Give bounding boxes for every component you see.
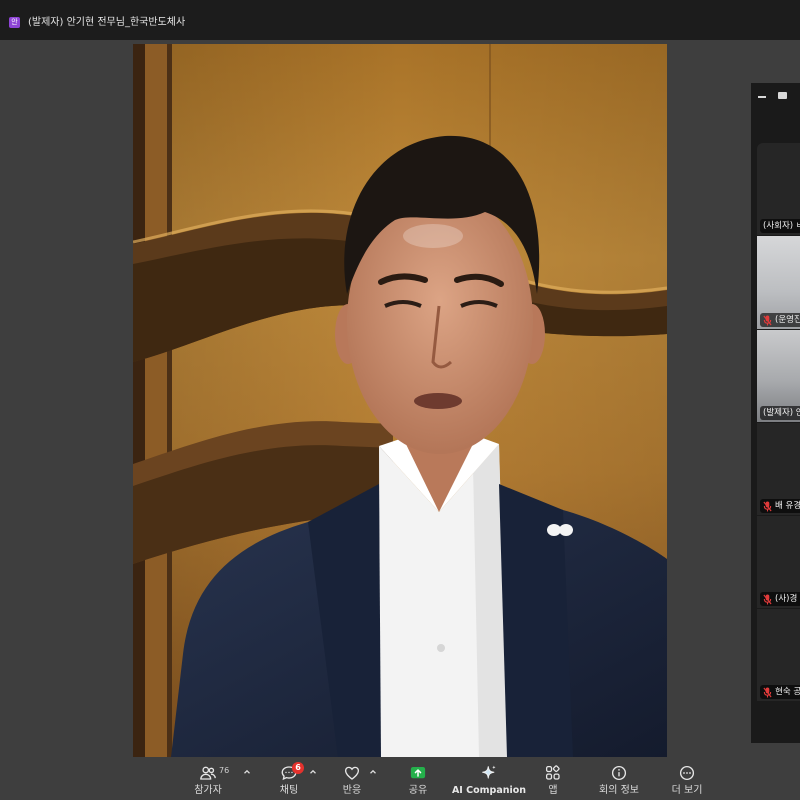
- apps-icon: [545, 765, 560, 780]
- chevron-up-icon: [244, 769, 250, 774]
- participant-name: (사)경: [775, 594, 798, 604]
- participants-button[interactable]: 참가자: [178, 757, 238, 800]
- ai-sparkle-icon: [482, 765, 496, 779]
- participants-label: 참가자: [194, 785, 222, 796]
- participant-name: (운영진: [775, 315, 800, 325]
- participants-icon: [200, 766, 216, 780]
- lapel-pin-right-wing: [559, 524, 573, 536]
- participant-name-label: (사)경: [760, 592, 800, 606]
- more-icon: [679, 765, 695, 781]
- participant-tile[interactable]: (발제자) 안: [757, 330, 800, 422]
- more-button[interactable]: 더 보기: [657, 757, 717, 800]
- participant-tile[interactable]: 배 유경: [757, 423, 800, 515]
- lapel-pin-left-wing: [547, 524, 561, 536]
- mic-off-icon: [763, 501, 772, 511]
- participant-tile[interactable]: (사회자) ㅂ: [757, 143, 800, 235]
- chat-unread-badge: 6: [292, 762, 304, 774]
- mic-off-icon: [763, 594, 772, 604]
- participant-count: 76: [219, 766, 230, 775]
- reactions-label: 반응: [342, 785, 362, 796]
- share-label: 공유: [408, 785, 428, 796]
- participant-avatar-icon: 안: [9, 17, 20, 28]
- participant-name-label: (발제자) 안: [760, 406, 800, 420]
- shirt-button: [437, 644, 445, 652]
- ai-companion-button[interactable]: AI Companion: [444, 757, 534, 800]
- heart-icon: [344, 766, 360, 780]
- apps-button[interactable]: 앱: [523, 757, 583, 800]
- door-frame-inner: [167, 44, 172, 757]
- participant-tile[interactable]: 현숙 공: [757, 609, 800, 701]
- forehead-shine: [403, 224, 463, 248]
- participant-tile[interactable]: (사)경: [757, 516, 800, 608]
- mic-off-icon: [763, 687, 772, 697]
- participants-options-button[interactable]: [242, 767, 252, 777]
- participant-name-label: 배 유경: [760, 499, 800, 513]
- chevron-up-icon: [370, 769, 376, 774]
- window-titlebar: 안 (발제자) 안기현 전무님_한국반도체사: [0, 0, 800, 40]
- participant-name: (발제자) 안: [763, 408, 800, 418]
- participant-name: 현숙 공: [775, 687, 800, 697]
- chat-button[interactable]: 채팅: [259, 757, 319, 800]
- participant-name-label: (운영진: [760, 313, 800, 327]
- door-frame: [145, 44, 167, 757]
- share-screen-icon: [410, 767, 426, 779]
- door-frame-edge: [133, 44, 145, 757]
- reactions-options-button[interactable]: [368, 767, 378, 777]
- minimize-icon[interactable]: [758, 96, 766, 98]
- chevron-up-icon: [310, 769, 316, 774]
- speaker-video-feed: [133, 44, 667, 757]
- share-screen-button[interactable]: 공유: [388, 757, 448, 800]
- reactions-button[interactable]: 반응: [322, 757, 382, 800]
- meeting-info-button[interactable]: 회의 정보: [589, 757, 649, 800]
- apps-label: 앱: [548, 785, 558, 796]
- meeting-info-label: 회의 정보: [599, 785, 639, 796]
- participant-tile[interactable]: (운영진: [757, 236, 800, 329]
- suit-lapel-right: [499, 484, 573, 757]
- mouth: [414, 393, 462, 409]
- main-video-tile[interactable]: [133, 44, 667, 757]
- more-label: 더 보기: [671, 785, 703, 796]
- chat-options-button[interactable]: [308, 767, 318, 777]
- participant-name: (사회자) ㅂ: [763, 221, 800, 231]
- ai-companion-label: AI Companion: [451, 785, 527, 796]
- participant-name-label: 현숙 공: [760, 685, 800, 699]
- participant-name: 배 유경: [775, 501, 800, 511]
- meeting-toolbar: 참가자 76 채팅 6 반응 공유 AI Companion 앱 회의 정보 더…: [0, 757, 800, 800]
- gallery-panel: (사회자) ㅂ (운영진 (발제자) 안 배 유경 (사)경 현숙 공: [751, 83, 800, 743]
- mic-off-icon: [763, 315, 772, 325]
- window-title: (발제자) 안기현 전무님_한국반도체사: [28, 17, 186, 28]
- chat-label: 채팅: [279, 785, 299, 796]
- info-icon: [611, 765, 627, 781]
- gallery-view-icon[interactable]: [778, 92, 787, 99]
- participant-name-label: (사회자) ㅂ: [760, 219, 800, 233]
